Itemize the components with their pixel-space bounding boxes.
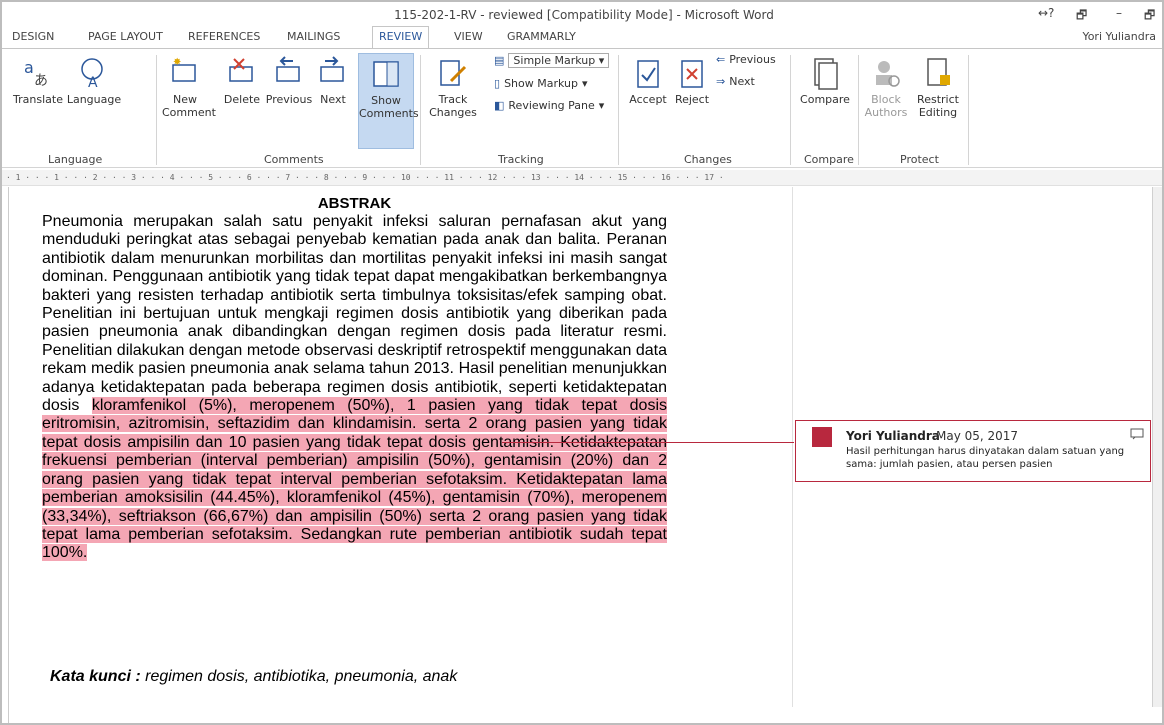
svg-text:✸: ✸ [173,57,181,68]
next-comment-button[interactable]: Next [316,55,350,106]
previous-comment-button[interactable]: Previous [264,55,314,106]
ribbon-separator [156,55,157,165]
block-authors-button[interactable]: Block Authors [862,55,910,119]
abstract-text: Pneumonia merupakan salah satu penyakit … [42,213,667,415]
group-compare-label: Compare [804,153,854,166]
block-authors-icon [876,61,900,87]
next-change-button[interactable]: ⇒ Next [716,75,755,88]
keywords-label: Kata kunci : [50,668,141,685]
keywords-text: regimen dosis, antibiotika, pneumonia, a… [140,668,458,685]
compare-button[interactable]: Compare [798,55,852,106]
track-changes-icon [440,60,467,86]
markup-select[interactable]: ▤ Simple Markup ▾ [494,53,610,68]
previous-comment-icon [276,56,300,82]
reply-icon[interactable] [1130,427,1144,445]
word-window: 115-202-1-RV - reviewed [Compatibility M… [0,0,1164,725]
ribbon-separator [790,55,791,165]
group-tracking-label: Tracking [498,153,544,166]
tab-review[interactable]: REVIEW [372,26,430,49]
next-change-icon: ⇒ [716,75,726,88]
tab-grammarly[interactable]: GRAMMARLY [507,30,576,43]
show-markup-button[interactable]: ▯ Show Markup ▾ [494,77,588,90]
previous-change-button[interactable]: ⇐ Previous [716,53,776,66]
ribbon: aあ Translate A Language Language ✸ New Co… [2,48,1162,168]
user-account[interactable]: Yori Yuliandra [1082,30,1156,43]
reject-button[interactable]: Reject [672,55,712,106]
ribbon-display-options-icon[interactable]: ↔? [1038,6,1054,20]
tab-mailings[interactable]: MAILINGS [287,30,340,43]
group-changes-label: Changes [684,153,732,166]
maximize-icon[interactable]: 🗗 [1144,6,1155,27]
delete-comment-icon [229,58,253,82]
ribbon-separator [858,55,859,165]
keywords-line: Kata kunci : regimen dosis, antibiotika,… [50,668,457,686]
commented-text-highlight[interactable]: kloramfenikol (5%), meropenem (50%), 1 p… [42,397,668,562]
previous-change-icon: ⇐ [716,53,726,66]
comment-date: May 05, 2017 [936,429,1019,443]
language-icon: A [81,58,103,91]
show-comments-icon [373,61,399,87]
translate-icon: aあ [24,58,48,89]
restrict-editing-icon [927,58,950,86]
show-markup-icon: ▯ [494,77,501,90]
group-language-label: Language [48,153,103,166]
ribbon-separator [968,55,969,165]
reject-icon [681,60,703,88]
avatar [812,427,832,447]
comment-connector-line [502,442,794,443]
accept-button[interactable]: Accept [624,55,672,106]
comment-balloon[interactable]: Yori Yuliandra May 05, 2017 Hasil perhit… [795,420,1151,482]
svg-text:A: A [88,75,98,91]
delete-comment-button[interactable]: Delete [220,55,264,106]
title-bar: 115-202-1-RV - reviewed [Compatibility M… [2,2,1162,28]
svg-text:あ: あ [34,73,48,89]
reviewing-pane-icon: ◧ [494,99,505,112]
new-comment-icon: ✸ [172,57,196,82]
tab-design[interactable]: DESIGN [12,30,54,43]
minimize-icon[interactable]: – [1116,6,1122,20]
translate-button[interactable]: aあ Translate [12,55,64,106]
compare-icon [814,58,838,90]
comment-author: Yori Yuliandra [846,429,940,443]
ribbon-tabs: DESIGN PAGE LAYOUT REFERENCES MAILINGS R… [2,26,1162,49]
markup-icon: ▤ [494,54,505,67]
show-comments-button[interactable]: Show Comments [358,53,419,149]
restore-icon[interactable]: 🗗 [1076,6,1087,27]
reviewing-pane-button[interactable]: ◧ Reviewing Pane ▾ [494,99,604,112]
accept-icon [637,60,659,88]
language-button[interactable]: A Language [66,55,122,106]
tab-references[interactable]: REFERENCES [188,30,260,43]
next-comment-icon [320,56,344,82]
horizontal-ruler[interactable]: · 1 · · · 1 · · · 2 · · · 3 · · · 4 · · … [2,170,1162,186]
abstract-body[interactable]: Pneumonia merupakan salah satu penyakit … [42,213,668,563]
ribbon-separator [618,55,619,165]
track-changes-button[interactable]: Track Changes [426,55,480,119]
svg-text:a: a [24,58,34,77]
new-comment-button[interactable]: ✸ New Comment [162,55,216,119]
tab-view[interactable]: VIEW [454,30,483,43]
ribbon-separator [420,55,421,165]
abstract-heading: ABSTRAK [317,195,392,212]
group-protect-label: Protect [900,153,939,166]
page-edge [8,187,9,723]
vertical-scrollbar[interactable] [1152,187,1162,707]
window-title: 115-202-1-RV - reviewed [Compatibility M… [394,8,774,22]
group-comments-label: Comments [264,153,324,166]
restrict-editing-button[interactable]: Restrict Editing [912,55,964,119]
comment-text[interactable]: Hasil perhitungan harus dinyatakan dalam… [846,445,1136,471]
tab-page-layout[interactable]: PAGE LAYOUT [88,30,163,43]
